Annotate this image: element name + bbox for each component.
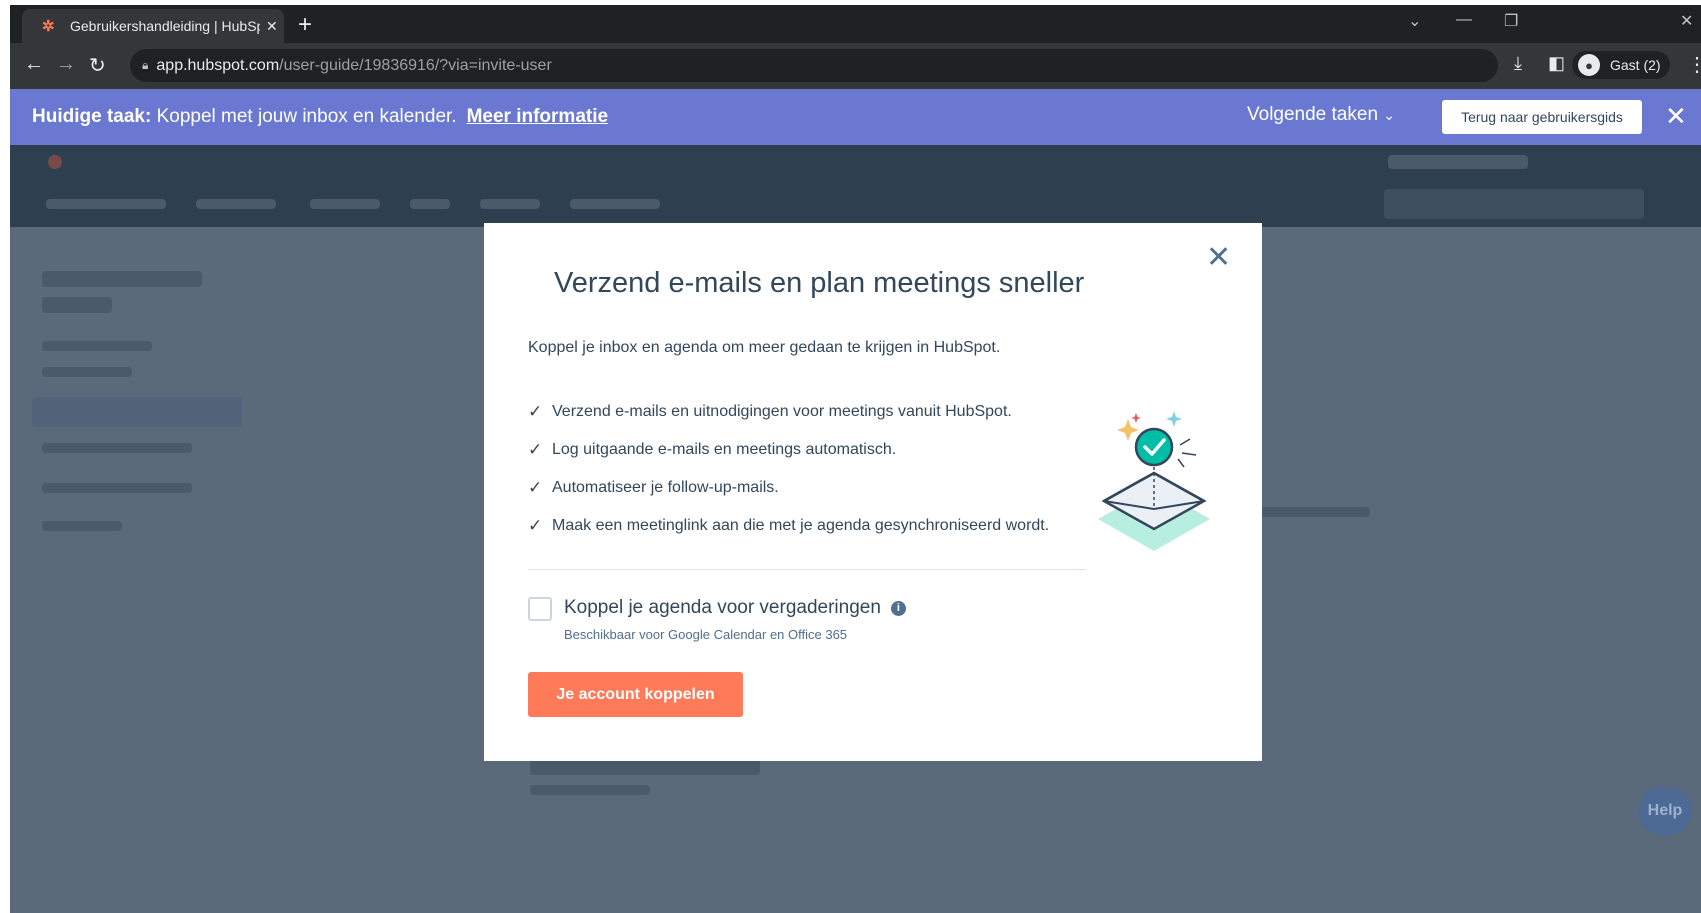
nav-placeholder <box>1388 155 1528 169</box>
help-button[interactable]: Help <box>1638 787 1692 835</box>
benefit-item: ✓ Maak een meetinglink aan die met je age… <box>528 507 1049 545</box>
tab-title: Gebruikershandleiding | HubSpot <box>70 18 260 34</box>
checkmark-icon: ✓ <box>528 478 543 497</box>
benefit-item: ✓ Verzend e-mails en uitnodigingen voor m… <box>528 393 1049 431</box>
tab-search-icon[interactable]: ⌄ <box>1408 11 1421 31</box>
divider <box>528 569 1086 570</box>
browser-tab[interactable]: ✲ Gebruikershandleiding | HubSpot ✕ <box>22 9 284 43</box>
sidebar-placeholder <box>42 521 122 531</box>
tab-strip: ✲ Gebruikershandleiding | HubSpot ✕ + ⌄ … <box>10 5 1701 43</box>
modal-title: Verzend e-mails en plan meetings sneller <box>554 267 1085 299</box>
modal-description: Koppel je inbox en agenda om meer gedaan… <box>528 339 1001 356</box>
window-close-icon[interactable]: ✕ <box>1680 11 1693 31</box>
browser-toolbar: ← → ↻ 🔒︎ app.hubspot.com/user-guide/1983… <box>10 43 1701 89</box>
download-icon[interactable]: ⤓ <box>1514 53 1522 74</box>
checkbox-subtext: Beschikbaar voor Google Calendar en Offi… <box>564 627 848 642</box>
chevron-down-icon: ⌄ <box>1383 107 1396 123</box>
current-task: Huidige taak: Koppel met jouw inbox en k… <box>32 106 457 128</box>
nav-placeholder <box>310 199 380 209</box>
envelope-illustration <box>1098 411 1210 551</box>
next-tasks-label: Volgende taken <box>1247 104 1379 125</box>
benefit-item: ✓ Log uitgaande e-mails en meetings autom… <box>528 431 1049 469</box>
avatar-icon: ● <box>1578 54 1600 76</box>
task-banner: Huidige taak: Koppel met jouw inbox en k… <box>10 89 1701 145</box>
connect-calendar-checkbox[interactable] <box>528 597 552 621</box>
forward-arrow-icon[interactable]: → <box>56 53 76 76</box>
back-to-guide-button[interactable]: Terug naar gebruikersgids <box>1442 100 1642 134</box>
profile-button[interactable]: ● Gast (2) <box>1572 51 1670 79</box>
checkmark-icon: ✓ <box>528 516 543 535</box>
url-path: /user-guide/19836916/?via=invite-user <box>279 56 552 74</box>
connect-account-button[interactable]: Je account koppelen <box>528 672 743 717</box>
content-placeholder <box>1260 507 1370 517</box>
reload-icon[interactable]: ↻ <box>89 53 106 78</box>
minimize-icon[interactable]: — <box>1456 11 1472 29</box>
modal-close-icon[interactable]: ✕ <box>1206 243 1231 273</box>
checkbox-label[interactable]: Koppel je agenda voor vergaderingen i <box>564 597 906 619</box>
checkmark-icon: ✓ <box>528 402 543 421</box>
search-placeholder <box>1384 189 1644 219</box>
benefits-list: ✓ Verzend e-mails en uitnodigingen voor m… <box>528 393 1049 545</box>
benefit-text: Automatiseer je follow-up-mails. <box>552 479 779 496</box>
info-icon[interactable]: i <box>890 601 906 616</box>
sidebar-placeholder <box>42 271 202 287</box>
new-tab-icon[interactable]: + <box>298 11 312 39</box>
benefit-text: Log uitgaande e-mails en meetings automa… <box>552 441 897 458</box>
benefit-text: Verzend e-mails en uitnodigingen voor me… <box>552 403 1012 420</box>
side-panel-icon[interactable]: ◧ <box>1548 53 1565 74</box>
nav-placeholder <box>480 199 540 209</box>
nav-placeholder <box>46 199 166 209</box>
sidebar-placeholder <box>42 297 112 313</box>
hubspot-favicon-icon: ✲ <box>42 18 55 35</box>
next-tasks-dropdown[interactable]: Volgende taken ⌄ <box>1247 104 1395 126</box>
nav-placeholder <box>570 199 660 209</box>
app-top-nav <box>10 145 1701 227</box>
hubspot-logo-icon <box>48 155 62 169</box>
connect-inbox-modal: ✕ Verzend e-mails en plan meetings snell… <box>484 223 1262 761</box>
back-arrow-icon[interactable]: ← <box>24 53 44 76</box>
sidebar-placeholder <box>42 443 192 453</box>
profile-label: Gast (2) <box>1610 57 1661 73</box>
sidebar-placeholder <box>42 367 132 377</box>
checkmark-icon: ✓ <box>528 440 543 459</box>
lock-icon[interactable]: 🔒︎ <box>142 58 148 73</box>
task-text: Koppel met jouw inbox en kalender. <box>156 106 457 127</box>
close-banner-icon[interactable]: ✕ <box>1665 101 1687 132</box>
tab-close-icon[interactable]: ✕ <box>266 18 278 35</box>
sidebar-placeholder <box>42 341 152 351</box>
sidebar-placeholder <box>32 397 242 427</box>
checkbox-label-text: Koppel je agenda voor vergaderingen <box>564 597 881 618</box>
benefit-item: ✓ Automatiseer je follow-up-mails. <box>528 469 1049 507</box>
nav-placeholder <box>410 199 450 209</box>
nav-placeholder <box>196 199 276 209</box>
sidebar-placeholder <box>42 483 192 493</box>
benefit-text: Maak een meetinglink aan die met je agen… <box>552 517 1050 534</box>
url-host: app.hubspot.com <box>156 56 280 74</box>
browser-window: ✲ Gebruikershandleiding | HubSpot ✕ + ⌄ … <box>10 5 1701 913</box>
content-placeholder <box>530 785 650 795</box>
restore-icon[interactable]: ❐ <box>1504 11 1518 31</box>
more-info-link[interactable]: Meer informatie <box>467 106 608 128</box>
address-bar[interactable]: 🔒︎ app.hubspot.com/user-guide/19836916/?… <box>130 49 1498 82</box>
task-prefix: Huidige taak: <box>32 106 152 127</box>
more-menu-icon[interactable]: ⋮ <box>1687 52 1701 77</box>
